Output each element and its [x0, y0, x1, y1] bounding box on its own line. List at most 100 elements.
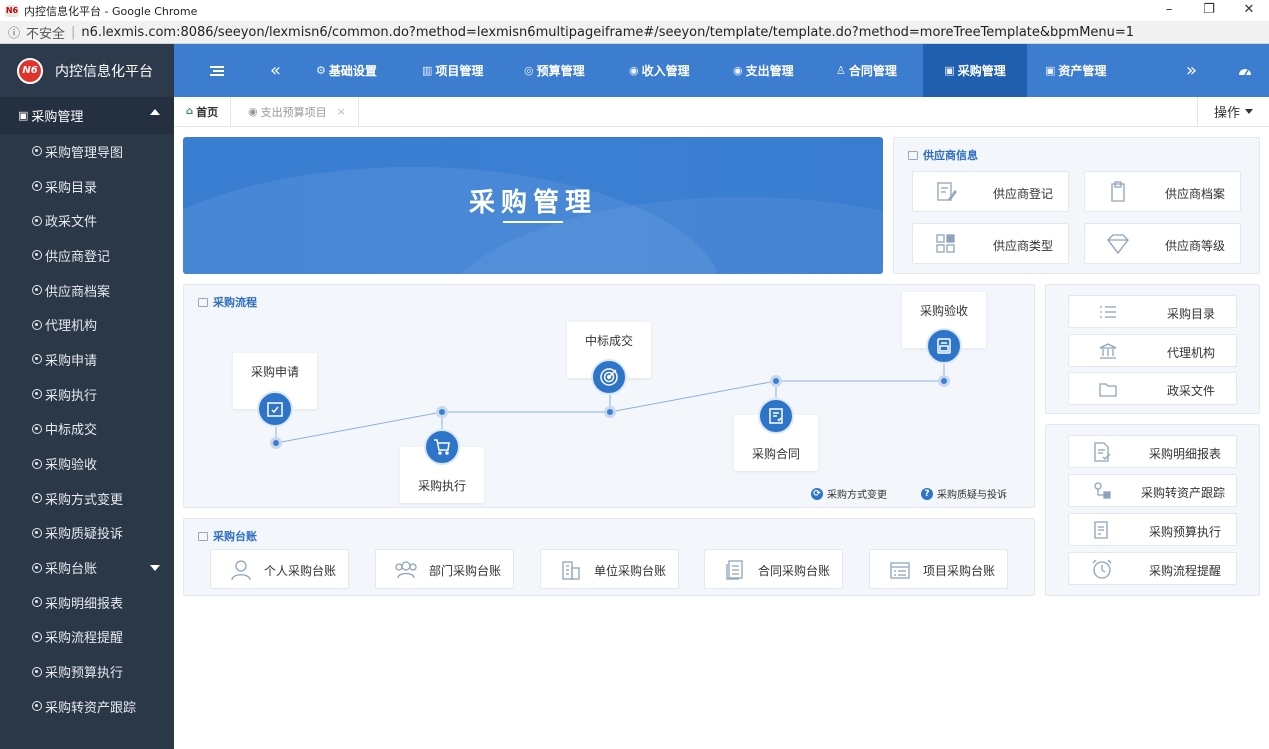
- sidebar-item[interactable]: 采购方式变更: [0, 481, 174, 516]
- tracking-icon: [1089, 479, 1115, 503]
- topnav-basic-settings[interactable]: ⚙ 基础设置: [316, 44, 377, 97]
- quick-detail-report[interactable]: 采购明细报表: [1068, 435, 1237, 468]
- close-window-icon[interactable]: ✕: [1229, 0, 1269, 20]
- topnav-procurement[interactable]: ▣ 采购管理: [923, 44, 1027, 97]
- radio-dot-icon: [32, 701, 42, 712]
- sidebar-item[interactable]: 采购验收: [0, 446, 174, 481]
- close-tab-icon[interactable]: ×: [337, 105, 346, 118]
- quick-flow-reminder[interactable]: 采购流程提醒: [1068, 552, 1237, 585]
- sidebar-item[interactable]: 采购管理导图: [0, 134, 174, 169]
- sidebar-item[interactable]: 采购执行: [0, 377, 174, 412]
- sidebar-group-procurement[interactable]: ▣ 采购管理: [0, 97, 174, 134]
- topnav-project[interactable]: ▥ 项目管理: [422, 44, 483, 97]
- ledger-unit-card[interactable]: 单位采购台账: [540, 549, 679, 589]
- info-icon[interactable]: ⓘ: [8, 24, 20, 41]
- supplier-archive-card[interactable]: 供应商档案: [1084, 171, 1241, 212]
- quick-catalog[interactable]: 采购目录: [1068, 295, 1237, 328]
- ledger-project-card[interactable]: 项目采购台账: [869, 549, 1008, 589]
- sidebar-item[interactable]: 代理机构: [0, 307, 174, 342]
- circle-arrow-icon: ◉: [733, 64, 743, 77]
- sidebar-item-label: 政采文件: [45, 215, 98, 231]
- operations-label: 操作: [1213, 106, 1240, 121]
- building-icon: [558, 558, 584, 582]
- top-nav: « ⚙ 基础设置 ▥ 项目管理 ◎ 预算管理 ◉ 收入管理 ◉ 支出管理 ♙ 合同管理 ▣ 采…: [174, 44, 1269, 97]
- sidebar-item[interactable]: 中标成交: [0, 412, 174, 447]
- shopping-cart-icon[interactable]: [424, 429, 460, 465]
- supplier-level-card[interactable]: 供应商等级: [1084, 223, 1241, 264]
- clipboard-check-icon[interactable]: [257, 391, 293, 427]
- radio-dot-icon: [32, 666, 42, 677]
- sidebar-item[interactable]: 供应商登记: [0, 238, 174, 273]
- radio-dot-icon: [32, 631, 42, 642]
- card-label: 采购转资产跟踪: [1141, 486, 1226, 500]
- supplier-register-card[interactable]: 供应商登记: [912, 171, 1069, 212]
- sidebar-item-label: 采购转资产跟踪: [45, 700, 137, 716]
- sidebar-item[interactable]: 供应商档案: [0, 273, 174, 308]
- tab-home[interactable]: ⌂ 首页: [174, 97, 232, 126]
- topnav-label: 收入管理: [641, 64, 690, 78]
- topnav-expense[interactable]: ◉ 支出管理: [733, 44, 794, 97]
- question-icon: ?: [921, 487, 933, 500]
- topnav-income[interactable]: ◉ 收入管理: [629, 44, 690, 97]
- nav-next-icon[interactable]: »: [1186, 44, 1197, 97]
- dashboard-icon[interactable]: [1238, 44, 1252, 97]
- app-header: N6 内控信息化平台 « ⚙ 基础设置 ▥ 项目管理 ◎ 预算管理 ◉ 收入管理 ◉ 支出…: [0, 44, 1269, 97]
- radio-dot-icon: [32, 250, 42, 261]
- contract-document-icon[interactable]: [758, 398, 794, 434]
- step-label: 采购合同: [751, 447, 800, 461]
- complaint-link[interactable]: ? 采购质疑与投诉: [921, 486, 1007, 501]
- topnav-label: 采购管理: [957, 64, 1006, 78]
- sidebar-item[interactable]: 采购预算执行: [0, 654, 174, 689]
- topnav-assets[interactable]: ▣ 资产管理: [1045, 44, 1106, 97]
- sidebar-item[interactable]: 采购申请: [0, 342, 174, 377]
- ledger-department-card[interactable]: 部门采购台账: [375, 549, 514, 589]
- card-label: 个人采购台账: [264, 564, 337, 578]
- browser-titlebar: N6 内控信息化平台 - Google Chrome – ❐ ✕: [0, 0, 1269, 21]
- minimize-icon[interactable]: –: [1149, 0, 1189, 20]
- url-text[interactable]: n6.lexmis.com:8086/seeyon/lexmisn6/commo…: [81, 25, 1134, 40]
- home-icon: ⌂: [186, 106, 194, 117]
- step-label: 中标成交: [584, 334, 633, 348]
- address-bar[interactable]: ⓘ 不安全 | n6.lexmis.com:8086/seeyon/lexmis…: [0, 21, 1269, 44]
- quick-agency[interactable]: 代理机构: [1068, 334, 1237, 367]
- quick-gov-docs[interactable]: 政采文件: [1068, 372, 1237, 405]
- method-change-link[interactable]: ⟳ 采购方式变更: [811, 486, 887, 501]
- quick-asset-tracking[interactable]: 采购转资产跟踪: [1068, 474, 1237, 507]
- radio-dot-icon: [32, 562, 42, 573]
- inspection-icon[interactable]: [926, 328, 962, 364]
- topnav-contract[interactable]: ♙ 合同管理: [836, 44, 897, 97]
- operations-dropdown[interactable]: 操作: [1197, 97, 1269, 126]
- quick-budget-exec[interactable]: 采购预算执行: [1068, 513, 1237, 546]
- target-icon[interactable]: [591, 359, 627, 395]
- radio-dot-icon: [32, 215, 42, 226]
- sidebar-item-label: 采购流程提醒: [45, 631, 124, 647]
- sidebar-item[interactable]: 采购流程提醒: [0, 620, 174, 655]
- sidebar-item-label: 供应商登记: [45, 249, 111, 265]
- supplier-type-card[interactable]: 供应商类型: [912, 223, 1069, 264]
- collapse-arrow-icon[interactable]: [150, 109, 160, 115]
- clock-icon: ◎: [524, 64, 534, 77]
- sidebar: ▣ 采购管理 采购管理导图 采购目录 政采文件 供应商登记 供应商档案 代理机构…: [0, 97, 174, 749]
- sidebar-item-label: 代理机构: [45, 319, 98, 335]
- security-label: 不安全: [26, 26, 66, 42]
- menu-toggle-icon[interactable]: [210, 44, 224, 97]
- legend-label: 采购质疑与投诉: [937, 490, 1007, 501]
- tabs-row: ⌂ 首页 ◉ 支出预算项目 × 操作: [174, 97, 1269, 127]
- sidebar-item[interactable]: 采购台账: [0, 550, 174, 585]
- expand-arrow-icon[interactable]: [150, 565, 160, 572]
- sidebar-item[interactable]: 采购目录: [0, 169, 174, 204]
- flow-node: [938, 375, 950, 387]
- sidebar-item[interactable]: 采购明细报表: [0, 585, 174, 620]
- restore-icon[interactable]: ❐: [1189, 0, 1229, 20]
- ledger-contract-card[interactable]: 合同采购台账: [704, 549, 843, 589]
- sidebar-item[interactable]: 采购质疑投诉: [0, 516, 174, 551]
- topnav-budget[interactable]: ◎ 预算管理: [524, 44, 585, 97]
- gear-icon: ⚙: [316, 64, 326, 77]
- sidebar-item[interactable]: 采购转资产跟踪: [0, 689, 174, 724]
- nav-prev-icon[interactable]: «: [270, 44, 281, 97]
- banner-title: 采购管理: [468, 188, 597, 218]
- topnav-label: 项目管理: [435, 64, 484, 78]
- ledger-personal-card[interactable]: 个人采购台账: [210, 549, 349, 589]
- sidebar-item[interactable]: 政采文件: [0, 203, 174, 238]
- tab-expense-budget[interactable]: ◉ 支出预算项目 ×: [236, 97, 359, 126]
